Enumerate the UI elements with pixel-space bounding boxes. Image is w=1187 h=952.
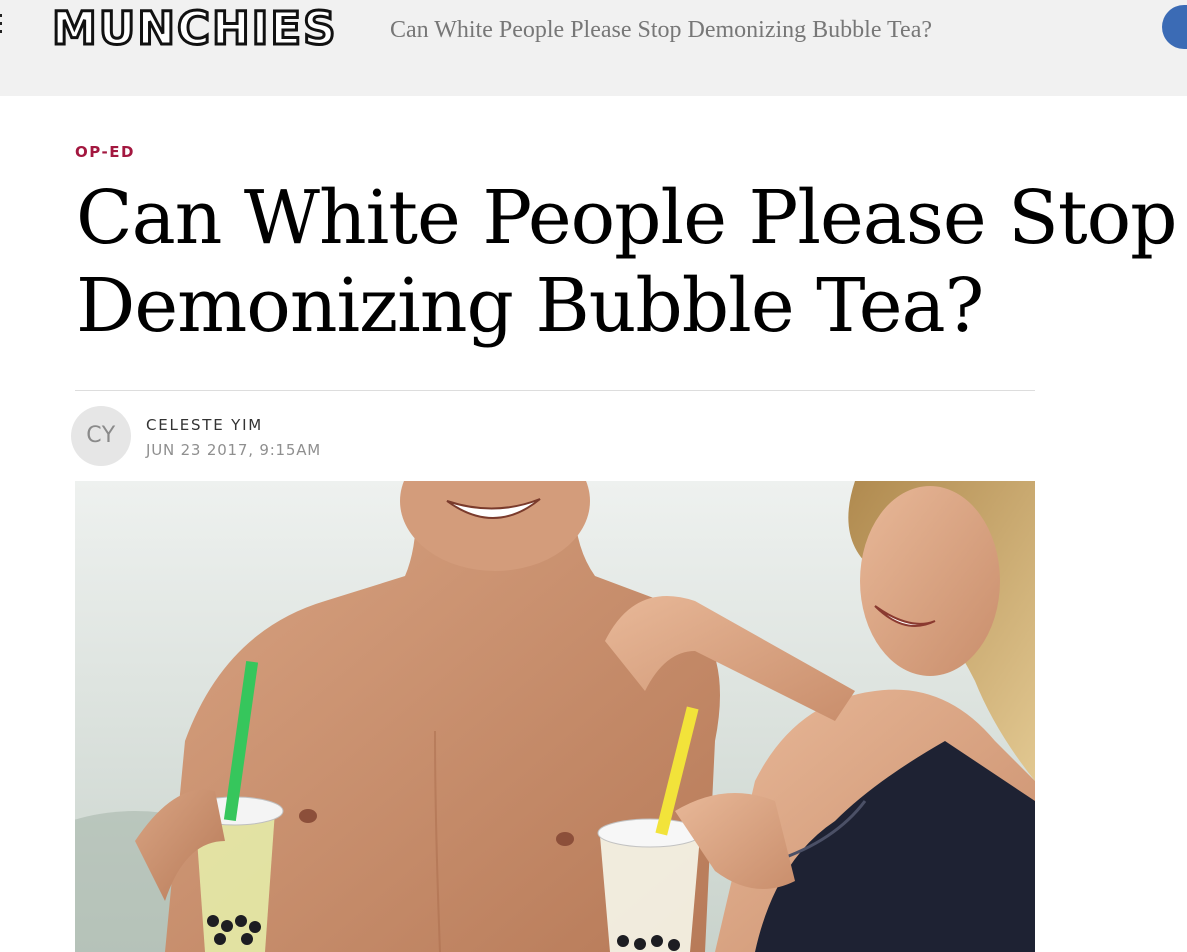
user-account-button[interactable] xyxy=(1162,5,1187,49)
article-category[interactable]: OP-ED xyxy=(75,142,135,162)
author-avatar[interactable]: CY xyxy=(71,406,131,466)
header-divider xyxy=(75,390,1035,391)
headline-line-1: Can White People Please Stop xyxy=(76,175,1178,261)
site-logo[interactable]: MUNCHIES xyxy=(51,2,338,55)
headline-line-2: Demonizing Bubble Tea? xyxy=(76,263,984,349)
publish-timestamp: JUN 23 2017, 9:15AM xyxy=(146,441,322,459)
hero-image xyxy=(75,481,1035,952)
author-name[interactable]: CELESTE YIM xyxy=(146,415,263,435)
article-headline: Can White People Please Stop Demonizing … xyxy=(76,174,1187,350)
top-nav-bar: MUNCHIES Can White People Please Stop De… xyxy=(0,0,1187,96)
nav-article-title: Can White People Please Stop Demonizing … xyxy=(390,17,932,43)
hero-photo-illustration xyxy=(75,481,1035,952)
menu-icon[interactable] xyxy=(0,14,4,36)
